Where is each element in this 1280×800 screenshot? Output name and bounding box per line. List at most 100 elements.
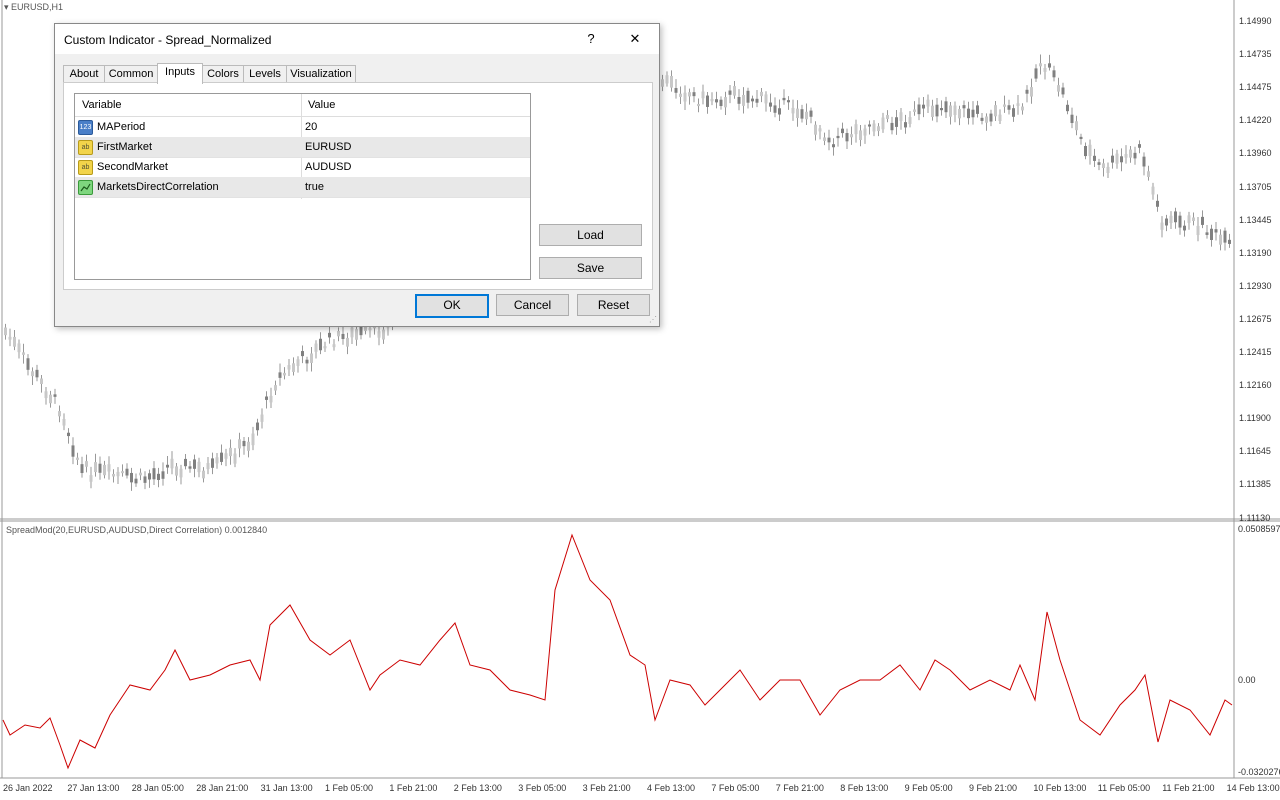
candle-body [818,128,822,132]
tab-visualization[interactable]: Visualization [286,65,356,83]
dialog-title: Custom Indicator - Spread_Normalized [64,33,272,47]
reset-button[interactable]: Reset [577,294,650,316]
candle-body [895,117,898,127]
bool-icon [78,180,93,195]
candle-body [1088,144,1092,157]
candle-body [1016,103,1020,106]
candle-body [710,98,714,102]
candle-body [184,458,187,467]
tab-levels[interactable]: Levels [243,65,287,83]
row-name: MarketsDirectCorrelation [97,181,219,193]
indicator-label: SpreadMod(20,EURUSD,AUDUSD,Direct Correl… [6,525,268,535]
row-value[interactable]: EURUSD [305,141,351,153]
candle-body [679,93,682,97]
candle-body [8,336,12,340]
column-value[interactable]: Value [308,99,335,111]
close-button[interactable]: ✕ [621,29,649,49]
price-tick-label: 1.13445 [1239,214,1272,225]
candle-body [175,466,178,476]
input-row-maperiod[interactable]: 123 MAPeriod 20 [75,117,530,138]
tab-common[interactable]: Common [104,65,158,83]
candle-body [13,336,16,347]
candle-body [238,439,241,449]
candle-body [989,113,993,122]
tab-colors[interactable]: Colors [202,65,244,83]
candle-body [1201,216,1204,225]
candle-body [98,463,102,473]
candle-body [809,110,813,117]
candle-body [1106,166,1110,173]
candle-body [377,331,381,338]
resize-grip-icon[interactable]: ⋰ [649,315,657,324]
candle-body [1025,89,1029,94]
row-value[interactable]: true [305,181,324,193]
candle-body [139,472,142,476]
candle-body [80,464,84,474]
time-tick-label: 10 Feb 13:00 [1033,783,1087,793]
candle-body [1129,149,1132,158]
collapse-triangle-icon[interactable]: ▾ [4,2,9,12]
row-name: SecondMarket [97,161,168,173]
candle-body [323,346,327,349]
candle-body [994,105,997,117]
candle-body [949,105,952,117]
candle-body [328,332,331,338]
candle-body [823,137,826,141]
load-button[interactable]: Load [539,224,642,246]
dialog-titlebar[interactable]: Custom Indicator - Spread_Normalized ? ✕ [55,24,659,54]
candle-body [1115,153,1119,164]
save-button[interactable]: Save [539,257,642,279]
candle-body [260,414,264,422]
tab-inputs[interactable]: Inputs [157,63,203,84]
candle-body [296,359,300,366]
candle-body [899,112,903,121]
candle-body [1102,163,1105,169]
candle-body [1183,225,1186,231]
row-value[interactable]: 20 [305,121,317,133]
cancel-button[interactable]: Cancel [496,294,569,316]
candle-body [1156,200,1159,207]
price-tick-label: 1.12415 [1239,347,1272,357]
candle-body [1084,146,1087,157]
price-tick-label: 1.13960 [1239,148,1272,159]
tab-about[interactable]: About [63,65,105,83]
time-tick-label: 11 Feb 21:00 [1162,783,1215,793]
column-variable[interactable]: Variable [82,99,122,111]
candle-body [130,472,133,483]
candle-body [161,471,165,479]
candle-body [1012,108,1015,117]
time-tick-label: 31 Jan 13:00 [260,783,313,793]
candle-body [1160,222,1164,230]
candle-body [742,94,745,106]
custom-indicator-dialog: Custom Indicator - Spread_Normalized ? ✕… [54,23,660,327]
price-tick-label: 1.11130 [1239,512,1271,523]
candle-body [764,94,768,104]
candle-body [724,97,727,108]
candle-body [913,109,916,112]
candle-body [1120,156,1123,163]
price-tick-label: 1.12675 [1239,313,1272,324]
input-row-firstmarket[interactable]: ab FirstMarket EURUSD [75,137,530,158]
time-tick-label: 1 Feb 05:00 [325,783,374,793]
candle-body [737,97,741,104]
input-row-marketsdirectcorrelation[interactable]: MarketsDirectCorrelation true [75,177,530,198]
indicator-tick-label: 0.00 [1238,675,1256,685]
row-value[interactable]: AUDUSD [305,161,351,173]
candle-body [985,116,988,123]
candle-body [76,457,79,460]
candle-body [1174,211,1177,223]
candle-body [1079,136,1083,140]
candle-body [1178,215,1182,228]
candle-body [935,104,939,117]
row-name: FirstMarket [97,141,152,153]
price-tick-label: 1.14735 [1239,49,1272,60]
help-button[interactable]: ? [577,29,605,49]
candle-body [890,122,894,131]
candle-body [58,411,61,417]
input-row-secondmarket[interactable]: ab SecondMarket AUDUSD [75,157,530,178]
candle-body [769,102,772,107]
candle-body [1048,63,1051,68]
candle-body [224,453,228,459]
ok-button[interactable]: OK [415,294,489,318]
candle-body [1142,156,1146,167]
